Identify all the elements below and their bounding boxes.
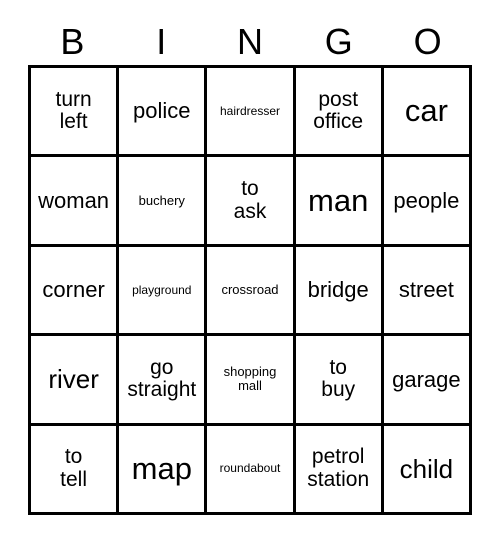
bingo-cell-label: petrol station xyxy=(307,445,370,491)
bingo-cell[interactable]: petrol station xyxy=(295,425,384,515)
bingo-cell[interactable]: crossroad xyxy=(207,246,296,337)
bingo-cell[interactable]: playground xyxy=(119,246,208,337)
bingo-cell[interactable]: map xyxy=(119,425,208,515)
bingo-cell-label: to ask xyxy=(233,176,267,223)
bingo-grid: turn left police hairdresser post office car wo… xyxy=(28,65,472,515)
bingo-cell[interactable]: roundabout xyxy=(207,425,296,515)
bingo-cell-label: man xyxy=(308,182,369,218)
bingo-cell[interactable]: hairdresser xyxy=(207,68,296,158)
bingo-cell-label: to tell xyxy=(60,445,88,491)
bingo-card: B I N G O turn left police hairdresser post o… xyxy=(0,0,501,544)
bingo-cell-label: child xyxy=(399,453,454,484)
bingo-cell[interactable]: to tell xyxy=(31,425,120,515)
bingo-header-letter-o: O xyxy=(413,20,442,62)
bingo-cell[interactable]: woman xyxy=(31,157,120,247)
bingo-header-letter-g: G xyxy=(324,20,353,62)
bingo-cell-label: car xyxy=(404,93,448,129)
bingo-cell-label: turn left xyxy=(55,87,92,134)
bingo-cell[interactable]: street xyxy=(383,246,472,337)
bingo-cell-label: playground xyxy=(132,282,192,297)
bingo-cell[interactable]: to ask xyxy=(207,157,296,247)
bingo-cell[interactable]: bridge xyxy=(295,246,384,337)
bingo-cell[interactable]: corner xyxy=(31,246,120,337)
bingo-cell[interactable]: child xyxy=(383,425,472,515)
bingo-cell[interactable]: river xyxy=(31,336,120,426)
bingo-cell-label: to buy xyxy=(321,355,356,402)
bingo-cell-label: buchery xyxy=(138,192,185,208)
bingo-cell-label: street xyxy=(398,277,454,303)
bingo-cell[interactable]: man xyxy=(295,157,384,247)
bingo-cell[interactable]: buchery xyxy=(119,157,208,247)
bingo-cell[interactable]: car xyxy=(383,68,472,158)
bingo-header-letter-i: I xyxy=(156,20,167,62)
bingo-cell[interactable]: to buy xyxy=(295,336,384,426)
bingo-header-letter-n: N xyxy=(236,20,263,62)
bingo-cell-label: river xyxy=(48,364,99,395)
bingo-cell-label: police xyxy=(133,98,191,124)
bingo-header-letter-b: B xyxy=(60,20,85,62)
bingo-cell-label: roundabout xyxy=(219,461,281,476)
bingo-cell[interactable]: police xyxy=(119,68,208,158)
bingo-cell-label: woman xyxy=(38,187,110,213)
bingo-cell-label: people xyxy=(393,187,460,213)
bingo-cell-label: map xyxy=(131,451,192,487)
bingo-cell[interactable]: go straight xyxy=(119,336,208,426)
bingo-cell-label: corner xyxy=(42,277,105,303)
bingo-cell-label: shopping mall xyxy=(223,364,277,394)
bingo-cell-label: garage xyxy=(392,366,461,392)
bingo-cell-label: crossroad xyxy=(221,281,279,297)
bingo-cell[interactable]: shopping mall xyxy=(207,336,296,426)
bingo-cell[interactable]: turn left xyxy=(31,68,120,158)
bingo-cell[interactable]: post office xyxy=(295,68,384,158)
bingo-cell[interactable]: garage xyxy=(383,336,472,426)
bingo-cell-label: hairdresser xyxy=(219,103,280,118)
bingo-cell-label: post office xyxy=(313,87,364,134)
bingo-cell-label: bridge xyxy=(307,277,369,303)
bingo-cell-label: go straight xyxy=(127,355,197,402)
bingo-header-row: B I N G O xyxy=(28,18,472,65)
bingo-cell[interactable]: people xyxy=(383,157,472,247)
